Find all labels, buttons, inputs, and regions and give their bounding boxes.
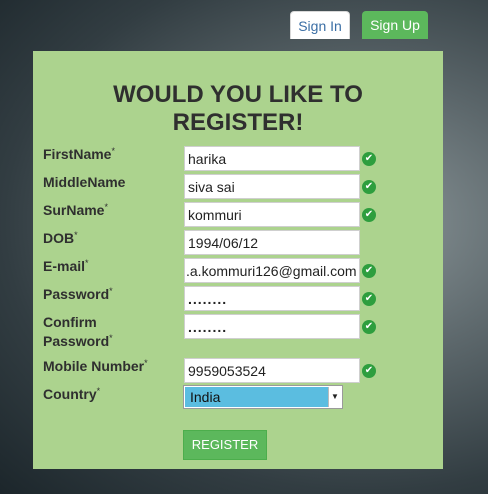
dob-field[interactable] — [184, 230, 360, 255]
firstname-label: FirstName* — [43, 146, 115, 162]
confirm-password-field[interactable] — [184, 314, 360, 339]
confirm-password-label: Confirm Password* — [43, 313, 173, 351]
middlename-label: MiddleName — [43, 174, 126, 190]
confirm-label-line-2: Password — [43, 333, 110, 349]
check-circle-icon: ✔ — [362, 208, 376, 222]
check-circle-icon: ✔ — [362, 180, 376, 194]
tab-sign-up[interactable]: Sign Up — [362, 11, 428, 39]
email-label: E-mail* — [43, 258, 89, 274]
mobile-label: Mobile Number* — [43, 358, 148, 374]
title-line-1: WOULD YOU LIKE TO — [113, 81, 363, 108]
check-circle-icon: ✔ — [362, 292, 376, 306]
surname-label: SurName* — [43, 202, 108, 218]
country-label: Country* — [43, 386, 101, 402]
middlename-field[interactable] — [184, 174, 360, 199]
confirm-label-line-1: Confirm — [43, 314, 97, 330]
password-field[interactable] — [184, 286, 360, 311]
check-circle-icon: ✔ — [362, 152, 376, 166]
password-label: Password* — [43, 286, 113, 302]
check-circle-icon: ✔ — [362, 264, 376, 278]
chevron-down-icon[interactable]: ▼ — [328, 387, 341, 407]
email-field[interactable] — [184, 258, 360, 283]
check-circle-icon: ✔ — [362, 320, 376, 334]
title-line-2: REGISTER! — [172, 109, 304, 136]
surname-field[interactable] — [184, 202, 360, 227]
tab-sign-in[interactable]: Sign In — [290, 11, 350, 39]
registration-panel: WOULD YOU LIKE TO REGISTER! FirstName* ✔… — [33, 51, 443, 469]
page-title: WOULD YOU LIKE TO REGISTER! — [33, 81, 443, 137]
country-selected-value: India — [185, 387, 328, 407]
check-circle-icon: ✔ — [362, 364, 376, 378]
country-select[interactable]: India ▼ — [183, 385, 343, 409]
dob-label: DOB* — [43, 230, 78, 246]
register-button[interactable]: REGISTER — [183, 430, 267, 460]
mobile-field[interactable] — [184, 358, 360, 383]
firstname-field[interactable] — [184, 146, 360, 171]
